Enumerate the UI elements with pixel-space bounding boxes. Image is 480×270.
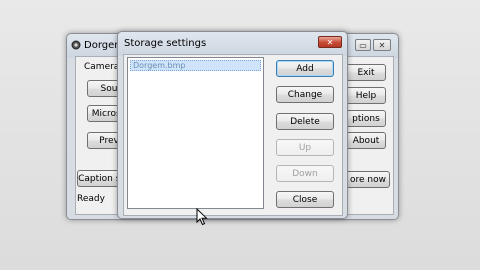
app-icon [71,40,81,50]
exit-button[interactable]: Exit [346,64,386,81]
add-button[interactable]: Add [276,60,334,77]
down-button[interactable]: Down [276,165,334,182]
list-item[interactable]: Dorgem.bmp [130,60,261,71]
help-button[interactable]: Help [346,87,386,104]
close-icon: ✕ [378,40,386,50]
storage-list[interactable]: Dorgem.bmp [127,57,264,209]
dialog-title: Storage settings [124,38,207,49]
delete-button[interactable]: Delete [276,113,334,130]
close-icon: ✕ [326,37,334,47]
main-close-button[interactable]: ✕ [373,39,391,51]
mouse-cursor-icon [196,207,208,229]
restore-button[interactable]: ▭ [355,39,371,51]
store-now-button[interactable]: ore now [346,171,390,188]
about-button[interactable]: About [346,132,386,149]
restore-icon: ▭ [359,40,367,50]
dialog-close-button[interactable]: ✕ [318,36,342,48]
up-button[interactable]: Up [276,139,334,156]
change-button[interactable]: Change [276,86,334,103]
status-text: Ready [77,194,105,204]
close-button[interactable]: Close [276,191,334,208]
options-button[interactable]: ptions [346,110,386,127]
